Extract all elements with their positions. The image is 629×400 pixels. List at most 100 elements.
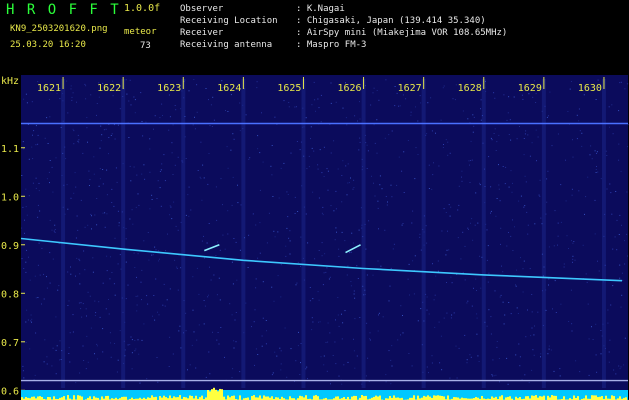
- noise-dot: [393, 243, 395, 245]
- noise-dot: [25, 93, 27, 95]
- noise-dot: [344, 240, 346, 242]
- noise-dot: [513, 96, 515, 98]
- noise-dot: [82, 345, 84, 347]
- noise-dot: [274, 236, 276, 238]
- noise-dot: [235, 312, 237, 313]
- activity-spike: [173, 396, 175, 400]
- noise-dot: [231, 204, 233, 206]
- activity-spike: [77, 395, 79, 400]
- noise-dot: [256, 81, 258, 83]
- activity-spike: [563, 396, 565, 400]
- noise-dot: [86, 315, 87, 317]
- noise-dot: [93, 173, 95, 175]
- noise-dot: [319, 149, 321, 151]
- noise-dot: [571, 81, 572, 82]
- noise-dot: [133, 166, 135, 168]
- noise-dot: [31, 321, 32, 323]
- x-tick-label: 1623: [157, 83, 181, 94]
- noise-dot: [73, 130, 75, 132]
- noise-dot: [317, 98, 319, 100]
- noise-dot: [532, 349, 534, 351]
- noise-dot: [501, 265, 502, 267]
- noise-dot: [488, 156, 490, 158]
- noise-dot: [314, 258, 316, 260]
- noise-dot: [442, 147, 444, 148]
- noise-dot: [189, 364, 191, 366]
- noise-dot: [22, 141, 24, 143]
- noise-dot: [376, 119, 378, 121]
- noise-dot: [412, 210, 414, 212]
- noise-dot: [173, 201, 175, 203]
- noise-dot: [209, 373, 211, 375]
- noise-dot: [619, 277, 621, 279]
- noise-dot: [256, 87, 258, 89]
- noise-dot: [66, 80, 68, 82]
- noise-dot: [449, 215, 451, 217]
- noise-dot: [261, 335, 263, 337]
- noise-dot: [341, 338, 343, 340]
- noise-dot: [296, 106, 297, 108]
- noise-dot: [479, 182, 481, 184]
- noise-dot: [52, 258, 54, 260]
- noise-dot: [624, 240, 625, 242]
- noise-dot: [385, 79, 387, 81]
- noise-dot: [539, 195, 541, 197]
- noise-dot: [187, 194, 189, 196]
- noise-dot: [337, 297, 339, 298]
- noise-dot: [288, 106, 290, 108]
- noise-dot: [90, 327, 92, 329]
- noise-dot: [508, 232, 509, 233]
- noise-dot: [446, 312, 448, 314]
- noise-dot: [434, 326, 436, 328]
- noise-dot: [72, 331, 74, 333]
- noise-dot: [174, 105, 176, 106]
- noise-dot: [428, 313, 430, 315]
- noise-dot: [200, 141, 202, 143]
- noise-dot: [239, 371, 241, 373]
- noise-dot: [288, 237, 290, 239]
- noise-dot: [381, 188, 383, 190]
- noise-dot: [626, 233, 628, 235]
- noise-dot: [510, 139, 512, 141]
- noise-dot: [464, 245, 466, 247]
- noise-dot: [471, 305, 473, 307]
- noise-dot: [401, 224, 403, 226]
- noise-dot: [326, 267, 328, 269]
- noise-dot: [595, 354, 597, 356]
- noise-dot: [37, 134, 39, 136]
- noise-dot: [144, 178, 146, 180]
- noise-dot: [560, 303, 562, 305]
- noise-dot: [73, 143, 75, 145]
- noise-dot: [589, 154, 591, 156]
- noise-dot: [388, 350, 390, 352]
- noise-dot: [411, 222, 413, 224]
- noise-dot: [134, 112, 136, 114]
- noise-dot: [455, 84, 457, 86]
- noise-dot: [621, 294, 623, 296]
- noise-dot: [106, 169, 108, 171]
- noise-dot: [476, 313, 478, 315]
- noise-dot: [272, 372, 274, 374]
- noise-dot: [24, 232, 25, 234]
- noise-dot: [92, 257, 94, 259]
- noise-dot: [378, 314, 379, 316]
- noise-dot: [157, 180, 159, 182]
- activity-spike: [555, 395, 557, 400]
- noise-dot: [318, 197, 320, 199]
- noise-dot: [318, 107, 320, 109]
- noise-dot: [129, 79, 131, 81]
- activity-spike: [159, 396, 161, 400]
- noise-dot: [151, 254, 153, 256]
- noise-dot: [333, 210, 335, 212]
- noise-dot: [100, 125, 102, 127]
- noise-dot: [591, 326, 592, 328]
- noise-dot: [341, 383, 343, 385]
- noise-dot: [323, 176, 325, 177]
- noise-dot: [35, 332, 37, 334]
- noise-dot: [498, 358, 500, 359]
- noise-dot: [496, 198, 498, 199]
- noise-dot: [447, 230, 448, 232]
- noise-dot: [192, 276, 194, 278]
- noise-dot: [119, 330, 121, 332]
- noise-dot: [332, 355, 334, 356]
